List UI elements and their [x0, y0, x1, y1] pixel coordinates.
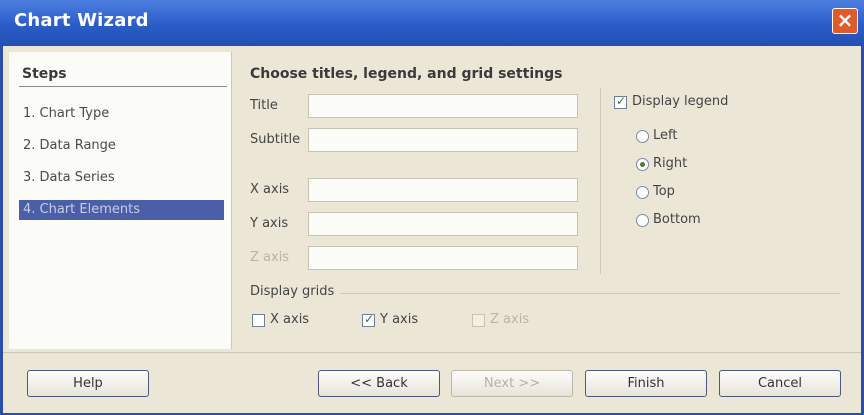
content-heading: Choose titles, legend, and grid settings [250, 66, 563, 82]
help-button[interactable]: Help [27, 370, 149, 397]
x-axis-field[interactable] [308, 178, 578, 202]
legend-bottom-label: Bottom [653, 212, 701, 227]
grid-y-axis-checkbox[interactable]: ✓ [362, 312, 375, 327]
legend-right-radio[interactable] [636, 158, 649, 171]
grid-y-axis-label: Y axis [380, 312, 419, 327]
step-chart-elements[interactable]: 4. Chart Elements [19, 200, 224, 220]
grid-z-axis-checkbox [472, 314, 485, 327]
title-bar: Chart Wizard × [0, 0, 864, 46]
title-label: Title [250, 98, 278, 113]
step-chart-type[interactable]: 1. Chart Type [19, 104, 224, 124]
y-axis-field[interactable] [308, 212, 578, 236]
grid-z-axis-label: Z axis [490, 312, 530, 327]
step-data-series[interactable]: 3. Data Series [19, 168, 224, 188]
grid-x-axis-checkbox[interactable] [252, 314, 265, 327]
x-axis-label: X axis [250, 182, 290, 197]
display-grids-heading: Display grids [250, 284, 335, 299]
z-axis-field [308, 246, 578, 270]
checkmark-icon: ✓ [616, 94, 627, 108]
title-field[interactable] [308, 94, 578, 118]
step-data-range[interactable]: 2. Data Range [19, 136, 224, 156]
subtitle-field[interactable] [308, 128, 578, 152]
display-legend-label: Display legend [632, 94, 729, 109]
legend-top-label: Top [653, 184, 675, 199]
finish-button[interactable]: Finish [585, 370, 707, 397]
grids-divider [340, 293, 840, 294]
back-button[interactable]: << Back [318, 370, 440, 397]
legend-left-label: Left [653, 128, 678, 143]
legend-right-label: Right [653, 156, 688, 171]
cancel-button[interactable]: Cancel [719, 370, 841, 397]
close-icon[interactable]: × [832, 8, 858, 34]
button-bar: Help << Back Next >> Finish Cancel [3, 352, 861, 413]
radio-selected-dot [640, 162, 645, 167]
content-panel: Choose titles, legend, and grid settings… [232, 52, 860, 349]
steps-panel: Steps 1. Chart Type 2. Data Range 3. Dat… [9, 52, 232, 349]
y-axis-label: Y axis [250, 216, 289, 231]
z-axis-label: Z axis [250, 250, 290, 265]
steps-heading: Steps [22, 66, 67, 82]
checkmark-icon: ✓ [364, 312, 375, 326]
chart-wizard-dialog: Chart Wizard × Steps 1. Chart Type 2. Da… [0, 0, 864, 415]
steps-divider [19, 86, 227, 87]
grid-x-axis-label: X axis [270, 312, 310, 327]
legend-top-radio[interactable] [636, 186, 649, 199]
legend-bottom-radio[interactable] [636, 214, 649, 227]
legend-separator [600, 88, 601, 274]
display-legend-checkbox[interactable]: ✓ [614, 94, 627, 109]
legend-left-radio[interactable] [636, 130, 649, 143]
next-button: Next >> [451, 370, 573, 397]
subtitle-label: Subtitle [250, 132, 301, 147]
dialog-title: Chart Wizard [14, 10, 149, 31]
